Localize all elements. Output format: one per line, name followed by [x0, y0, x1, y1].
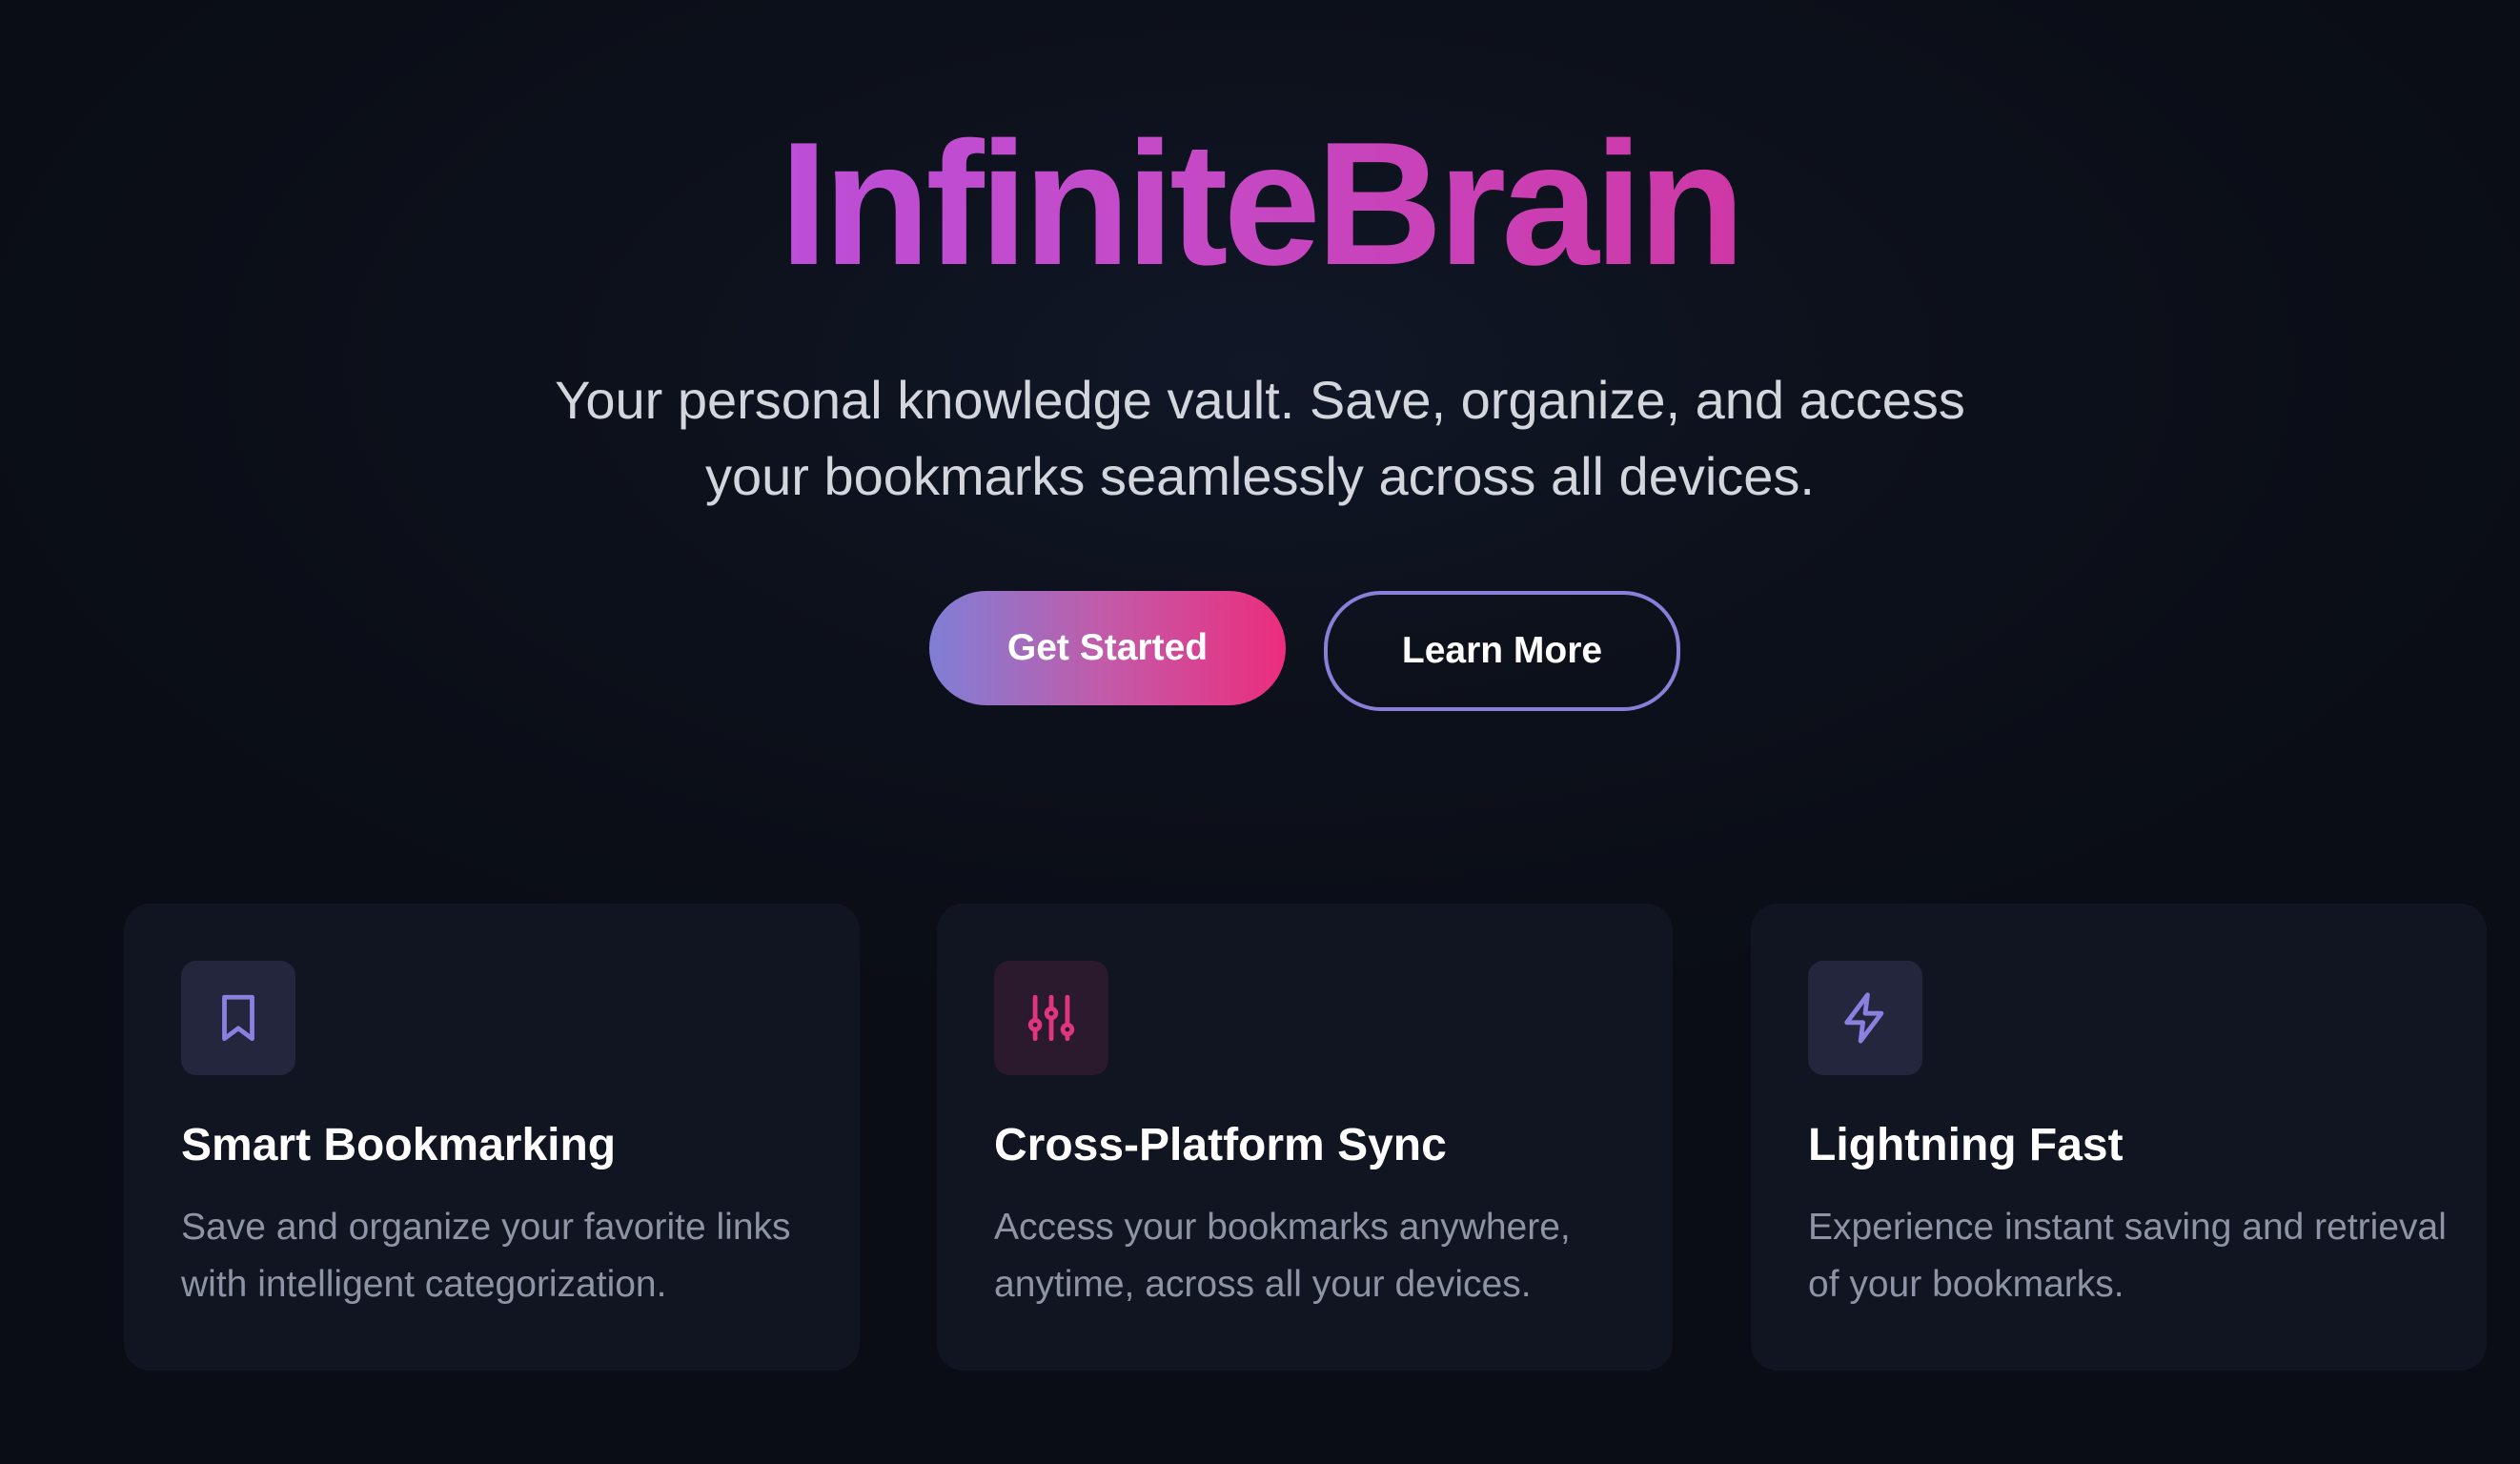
learn-more-button[interactable]: Learn More [1324, 591, 1680, 711]
feature-card-cross-platform-sync: Cross-Platform Sync Access your bookmark… [937, 904, 1673, 1371]
get-started-button[interactable]: Get Started [929, 591, 1286, 705]
feature-description: Save and organize your favorite links wi… [181, 1207, 791, 1305]
landing-page: InfiniteBrain Your personal knowledge va… [0, 0, 2520, 1464]
feature-title: Cross-Platform Sync [994, 1120, 1447, 1170]
feature-card-lightning-fast: Lightning Fast Experience instant saving… [1751, 904, 2487, 1371]
feature-title: Smart Bookmarking [181, 1120, 617, 1170]
feature-description: Experience instant saving and retrieval … [1808, 1207, 2447, 1305]
lightning-icon [1808, 961, 1922, 1075]
sliders-icon [994, 961, 1108, 1075]
bookmark-icon [181, 961, 295, 1075]
feature-title: Lightning Fast [1808, 1120, 2124, 1170]
hero-tagline: Your personal knowledge vault. Save, org… [555, 370, 1965, 506]
brand-title: InfiniteBrain [0, 112, 2520, 294]
feature-card-smart-bookmarking: Smart Bookmarking Save and organize your… [124, 904, 860, 1371]
feature-description: Access your bookmarks anywhere, anytime,… [994, 1207, 1571, 1305]
